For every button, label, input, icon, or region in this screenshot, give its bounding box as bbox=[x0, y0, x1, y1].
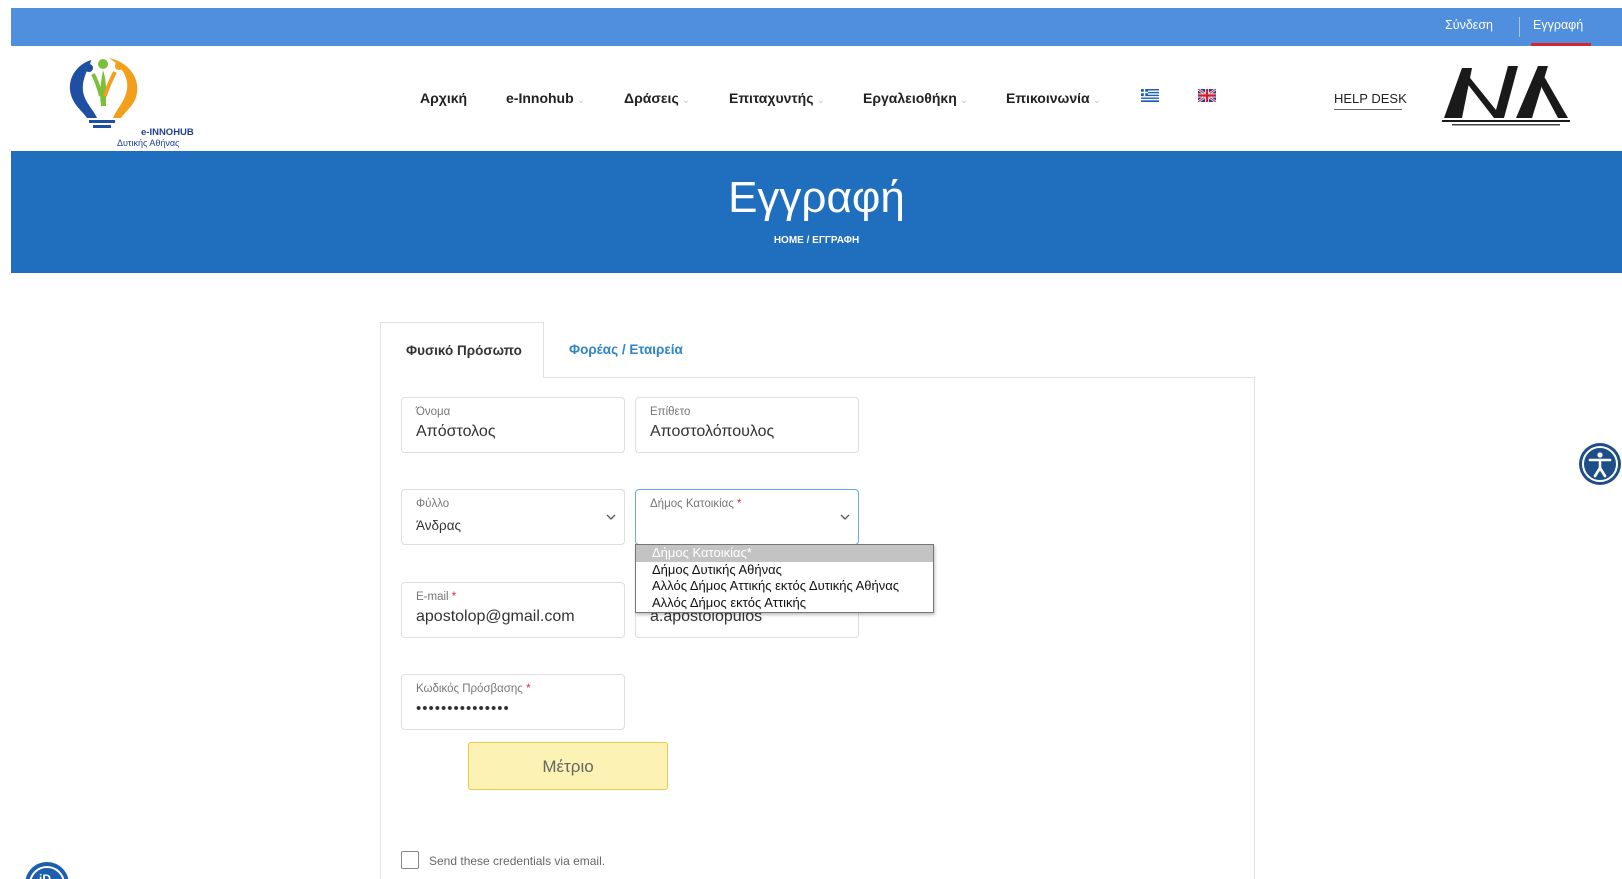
dropdown-option[interactable]: Αλλός Δήμος εκτός Αττικής bbox=[636, 595, 933, 612]
topbar-divider bbox=[1519, 17, 1520, 37]
send-credentials-checkbox[interactable] bbox=[401, 851, 419, 869]
field-label: E-mail * bbox=[416, 591, 457, 603]
uk-flag-icon[interactable] bbox=[1198, 89, 1216, 102]
dropdown-option[interactable]: Δήμος Κατοικίας* bbox=[636, 545, 933, 562]
lightbulb-logo-icon bbox=[69, 58, 138, 128]
nav-item-label: Αρχική bbox=[420, 90, 468, 106]
field-value: Απόστολος bbox=[416, 423, 496, 440]
password-strength-indicator: Μέτριο bbox=[468, 742, 668, 790]
send-credentials-label: Send these credentials via email. bbox=[429, 854, 606, 868]
field-label: Φύλλο bbox=[416, 498, 450, 510]
support-widget-icon[interactable]: iD bbox=[24, 861, 70, 879]
tabs-baseline bbox=[543, 377, 1255, 378]
chevron-down-icon: ⌄ bbox=[576, 95, 586, 106]
nav-item-label: Επιταχυντής bbox=[729, 90, 814, 106]
field-value: Αποστολόπουλος bbox=[650, 423, 775, 440]
field-value: apostolop@gmail.com bbox=[416, 608, 575, 625]
page-title: Εγγραφή bbox=[728, 173, 905, 222]
svg-text:iD: iD bbox=[39, 872, 51, 879]
email-field[interactable]: E-mail * apostolop@gmail.com bbox=[401, 582, 625, 638]
nav-item-contact[interactable]: Επικοινωνία ⌄ bbox=[1006, 90, 1101, 106]
nav-item-e-innohub[interactable]: e-Innohub ⌄ bbox=[506, 90, 585, 106]
register-link[interactable]: Εγγραφή bbox=[1533, 18, 1583, 32]
nav-item-label: e-Innohub bbox=[506, 90, 574, 106]
tab-organization[interactable]: Φορέας / Εταιρεία bbox=[569, 342, 683, 357]
gender-select[interactable]: Φύλλο Άνδρας bbox=[401, 489, 625, 545]
chevron-down-icon: ⌄ bbox=[816, 95, 825, 106]
top-bar: Σύνδεση Εγγραφή bbox=[11, 8, 1622, 46]
logo-text-primary: e-INNOHUB bbox=[141, 127, 194, 138]
nav-item-label: Εργαλειοθήκη bbox=[863, 90, 957, 106]
municipality-select[interactable]: Δήμος Κατοικίας * bbox=[635, 489, 859, 545]
chevron-down-icon: ⌄ bbox=[1092, 95, 1102, 106]
last-name-field[interactable]: Επίθετο Αποστολόπουλος bbox=[635, 397, 859, 453]
field-value: ••••••••••••••• bbox=[416, 700, 510, 717]
nav-item-accelerator[interactable]: Επιταχυντής ⌄ bbox=[729, 90, 825, 106]
greek-flag-icon[interactable] bbox=[1141, 89, 1159, 102]
site-logo[interactable]: e-INNOHUB Δυτικής Αθήνας bbox=[63, 52, 203, 148]
password-strength-label: Μέτριο bbox=[542, 757, 594, 776]
chevron-down-icon: ⌄ bbox=[681, 95, 691, 106]
nav-item-label: Επικοινωνία bbox=[1006, 90, 1090, 106]
accessibility-icon[interactable] bbox=[1578, 442, 1622, 486]
nav-item-toolkit[interactable]: Εργαλειοθήκη ⌄ bbox=[863, 90, 968, 106]
breadcrumb: HOME / ΕΓΓΡΑΦΗ bbox=[773, 235, 860, 246]
logo-text-secondary: Δυτικής Αθήνας bbox=[117, 138, 180, 148]
nav-item-label: Δράσεις bbox=[624, 90, 679, 106]
tab-individual[interactable]: Φυσικό Πρόσωπο bbox=[380, 322, 544, 378]
nav-item-actions[interactable]: Δράσεις ⌄ bbox=[624, 90, 690, 106]
password-field[interactable]: Κωδικός Πρόσβασης * ••••••••••••••• bbox=[401, 674, 625, 730]
field-label: Επίθετο bbox=[650, 406, 691, 418]
nav-item-home[interactable]: Αρχική bbox=[420, 90, 467, 106]
first-name-field[interactable]: Όνομα Απόστολος bbox=[401, 397, 625, 453]
dropdown-option[interactable]: Δήμος Δυτικής Αθήνας bbox=[636, 562, 933, 579]
site-header: e-INNOHUB Δυτικής Αθήνας Αρχική e-Innohu… bbox=[11, 46, 1622, 151]
field-label: Όνομα bbox=[416, 406, 451, 418]
page-banner: Εγγραφή HOME / ΕΓΓΡΑΦΗ bbox=[11, 151, 1622, 273]
field-label: Κωδικός Πρόσβασης * bbox=[416, 683, 531, 695]
chevron-down-icon bbox=[606, 514, 616, 520]
municipality-dropdown-list: Δήμος Κατοικίας* Δήμος Δυτικής Αθήνας Αλ… bbox=[635, 544, 934, 613]
chevron-down-icon bbox=[840, 514, 850, 520]
tab-label: Φυσικό Πρόσωπο bbox=[406, 343, 522, 358]
field-value: Άνδρας bbox=[416, 518, 462, 533]
login-link[interactable]: Σύνδεση bbox=[1445, 18, 1493, 32]
field-label: Δήμος Κατοικίας * bbox=[650, 498, 742, 510]
helpdesk-underline bbox=[1334, 109, 1402, 110]
adsda-logo-icon[interactable] bbox=[1438, 58, 1574, 128]
chevron-down-icon: ⌄ bbox=[959, 95, 969, 106]
dropdown-option[interactable]: Αλλός Δήμος Αττικής εκτός Δυτικής Αθήνας bbox=[636, 578, 933, 595]
helpdesk-link[interactable]: HELP DESK bbox=[1334, 91, 1407, 106]
